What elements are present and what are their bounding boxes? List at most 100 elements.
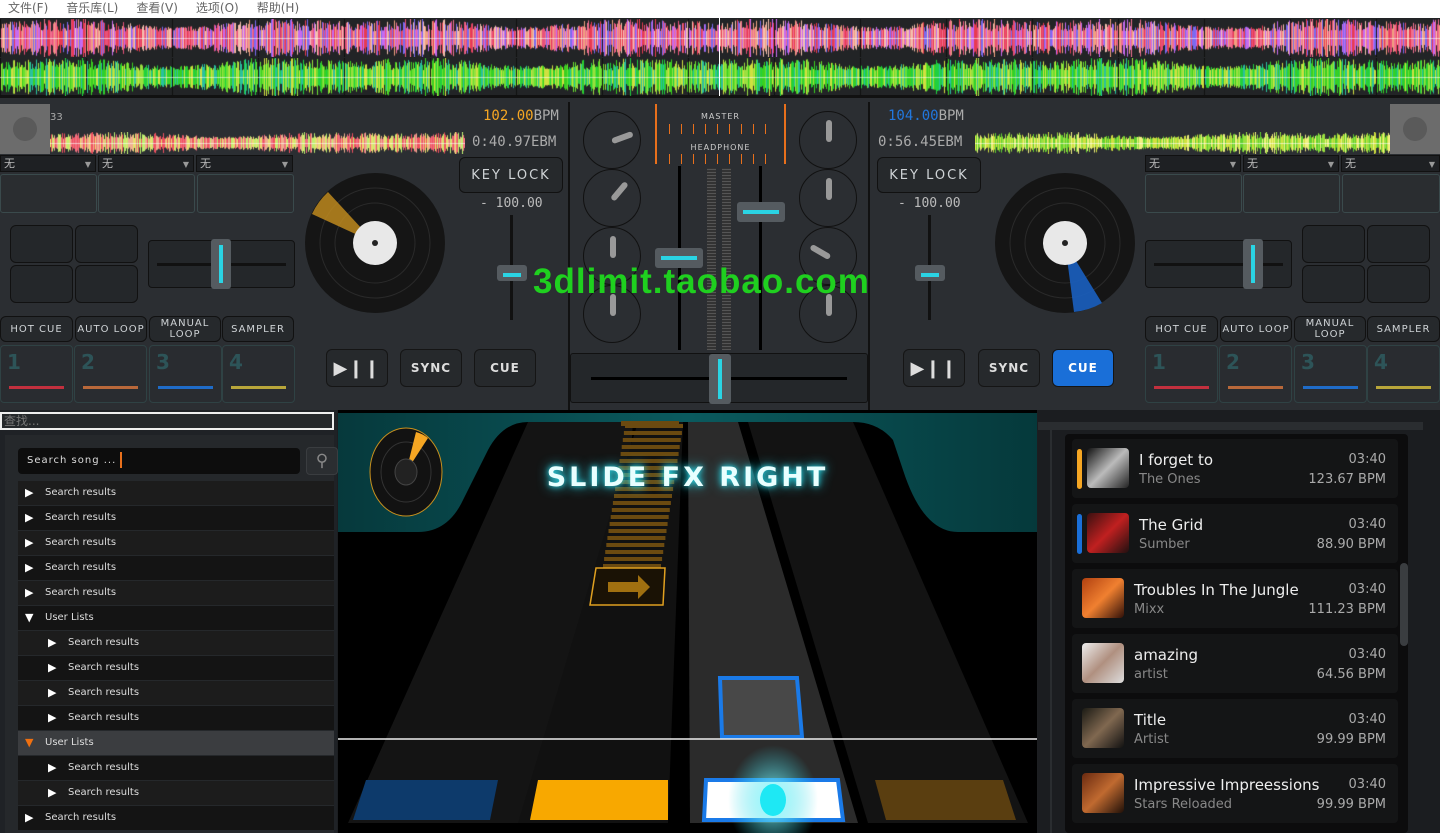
deck-b-mode-auto-loop[interactable]: AUTO LOOP xyxy=(1220,316,1292,342)
deck-b-small-pad[interactable] xyxy=(1302,225,1365,263)
library-tree-item[interactable]: ▶ Search results xyxy=(18,556,334,580)
menu-file[interactable]: 文件(F) xyxy=(0,0,56,18)
deck-a-sync-button[interactable]: SYNC xyxy=(400,349,462,387)
deck-b-pad-3[interactable]: 3 xyxy=(1294,345,1367,403)
library-tree-item[interactable]: ▼ User Lists xyxy=(18,606,334,630)
menu-help[interactable]: 帮助(H) xyxy=(249,0,307,18)
playlist-item[interactable]: amazing artist 03:40 64.56 BPM xyxy=(1072,634,1398,693)
deck-a-mode-sampler[interactable]: SAMPLER xyxy=(222,316,294,342)
deck-b-overview-waveform[interactable] xyxy=(0,58,1440,96)
deck-b-fx-pad-2[interactable] xyxy=(1243,174,1340,213)
library-tree-item[interactable]: ▶ Search results xyxy=(18,806,334,830)
deck-b-pad-4[interactable]: 4 xyxy=(1367,345,1440,403)
deck-b-pad-2[interactable]: 2 xyxy=(1219,345,1292,403)
deck-a-pitch-handle[interactable] xyxy=(497,265,527,281)
deck-b-sync-button[interactable]: SYNC xyxy=(978,349,1040,387)
deck-b-small-pad[interactable] xyxy=(1367,225,1430,263)
channel-b-fader-track[interactable] xyxy=(759,166,762,350)
chevron-right-icon[interactable]: ▶ xyxy=(25,531,33,555)
deck-a-key-lock-button[interactable]: KEY LOCK xyxy=(459,157,563,193)
menu-options[interactable]: 选项(O) xyxy=(188,0,247,18)
channel-b-fader-handle[interactable] xyxy=(737,202,785,222)
chevron-right-icon[interactable]: ▶ xyxy=(48,756,56,780)
chevron-right-icon[interactable]: ▶ xyxy=(48,631,56,655)
deck-b-filter-slider[interactable] xyxy=(1145,239,1292,289)
search-song-input[interactable]: Search song ... xyxy=(18,448,300,474)
deck-b-cue-button[interactable]: CUE xyxy=(1052,349,1114,387)
deck-b-mode-manual-loop[interactable]: MANUAL LOOP xyxy=(1294,316,1366,342)
deck-a-fx-select-3[interactable]: 无 xyxy=(196,155,293,172)
slider-handle[interactable] xyxy=(1243,239,1263,289)
deck-a-small-pad[interactable] xyxy=(75,265,138,303)
library-tree-item[interactable]: ▶ Search results xyxy=(18,631,334,655)
deck-a-waveform[interactable] xyxy=(50,132,465,154)
chevron-right-icon[interactable]: ▶ xyxy=(48,781,56,805)
library-tree-item[interactable]: ▶ Search results xyxy=(18,531,334,555)
deck-a-small-pad[interactable] xyxy=(75,225,138,263)
deck-a-play-pause-button[interactable]: ▶❙❙ xyxy=(326,349,388,387)
chevron-right-icon[interactable]: ▶ xyxy=(25,506,33,530)
deck-b-small-pad[interactable] xyxy=(1367,265,1430,303)
chevron-right-icon[interactable]: ▶ xyxy=(48,681,56,705)
deck-a-cue-button[interactable]: CUE xyxy=(474,349,536,387)
deck-a-mode-hot-cue[interactable]: HOT CUE xyxy=(0,316,73,342)
deck-a-fx-pad-2[interactable] xyxy=(98,174,195,213)
deck-b-fx-select-2[interactable]: 无 xyxy=(1243,155,1339,172)
deck-a-pad-4[interactable]: 4 xyxy=(222,345,295,403)
deck-b-mode-sampler[interactable]: SAMPLER xyxy=(1367,316,1440,342)
deck-a-small-pad[interactable] xyxy=(10,225,73,263)
crossfader[interactable] xyxy=(570,353,868,404)
deck-a-mode-manual-loop[interactable]: MANUAL LOOP xyxy=(149,316,221,342)
library-tree-item[interactable]: ▼ User Lists xyxy=(18,731,334,755)
chevron-right-icon[interactable]: ▶ xyxy=(25,581,33,605)
deck-a-mode-auto-loop[interactable]: AUTO LOOP xyxy=(75,316,147,342)
deck-a-fx-select-2[interactable]: 无 xyxy=(98,155,194,172)
deck-b-mode-hot-cue[interactable]: HOT CUE xyxy=(1145,316,1218,342)
chevron-right-icon[interactable]: ▶ xyxy=(48,656,56,680)
deck-b-fx-pad-1[interactable] xyxy=(1145,174,1242,213)
menu-library[interactable]: 音乐库(L) xyxy=(58,0,126,18)
library-tree-item[interactable]: ▶ Search results xyxy=(18,706,334,730)
deck-a-pad-2[interactable]: 2 xyxy=(74,345,147,403)
playlist-item[interactable]: I forget to The Ones 03:40 123.67 BPM xyxy=(1072,439,1398,498)
deck-a-overview-waveform[interactable] xyxy=(0,19,1440,57)
deck-a-pad-1[interactable]: 1 xyxy=(0,345,73,403)
library-tree-item[interactable]: ▶ Search results xyxy=(18,581,334,605)
deck-a-small-pad[interactable] xyxy=(10,265,73,303)
library-tree-item[interactable]: ▶ Search results xyxy=(18,781,334,805)
deck-a-filter-slider[interactable] xyxy=(148,239,295,289)
game-view[interactable]: SLIDE FX RIGHT xyxy=(338,410,1037,833)
chevron-right-icon[interactable]: ▶ xyxy=(25,806,33,830)
channel-a-eq-knob-2[interactable] xyxy=(583,169,641,227)
deck-b-fx-select-3[interactable]: 无 xyxy=(1341,155,1440,172)
channel-a-eq-knob-1[interactable] xyxy=(583,111,641,169)
chevron-right-icon[interactable]: ▶ xyxy=(25,481,33,505)
search-button[interactable]: ⚲ xyxy=(306,447,338,475)
channel-b-eq-knob-1[interactable] xyxy=(799,111,857,169)
library-tree-item[interactable]: ▶ Search results xyxy=(18,506,334,530)
playlist-item[interactable]: The Grid Sumber 03:40 88.90 BPM xyxy=(1072,504,1398,563)
deck-a-fx-select-1[interactable]: 无 xyxy=(0,155,96,172)
menu-view[interactable]: 查看(V) xyxy=(128,0,186,18)
deck-b-play-pause-button[interactable]: ▶❙❙ xyxy=(903,349,965,387)
deck-b-turntable[interactable] xyxy=(994,172,1136,314)
deck-b-pad-1[interactable]: 1 xyxy=(1145,345,1218,403)
slider-handle[interactable] xyxy=(211,239,231,289)
deck-a-pad-3[interactable]: 3 xyxy=(149,345,222,403)
library-filter-input[interactable] xyxy=(0,412,334,430)
playlist-item[interactable]: Troubles In The Jungle Mixx 03:40 111.23 BP… xyxy=(1072,569,1398,628)
deck-b-small-pad[interactable] xyxy=(1302,265,1365,303)
overview-waveforms[interactable] xyxy=(0,18,1440,98)
chevron-right-icon[interactable]: ▶ xyxy=(25,556,33,580)
library-tree-item[interactable]: ▶ Search results xyxy=(18,681,334,705)
playlist-scrollbar[interactable] xyxy=(1400,563,1408,646)
deck-b-fx-select-1[interactable]: 无 xyxy=(1145,155,1241,172)
library-tree-item[interactable]: ▶ Search results xyxy=(18,756,334,780)
deck-b-key-lock-button[interactable]: KEY LOCK xyxy=(877,157,981,193)
deck-b-waveform[interactable] xyxy=(975,132,1390,154)
chevron-down-icon[interactable]: ▼ xyxy=(25,606,33,630)
deck-a-fx-pad-1[interactable] xyxy=(0,174,97,213)
playlist-item[interactable]: Impressive Impreessions Stars Reloaded 03:… xyxy=(1072,764,1398,823)
deck-a-turntable[interactable] xyxy=(304,172,446,314)
deck-b-fx-pad-3[interactable] xyxy=(1342,174,1440,213)
